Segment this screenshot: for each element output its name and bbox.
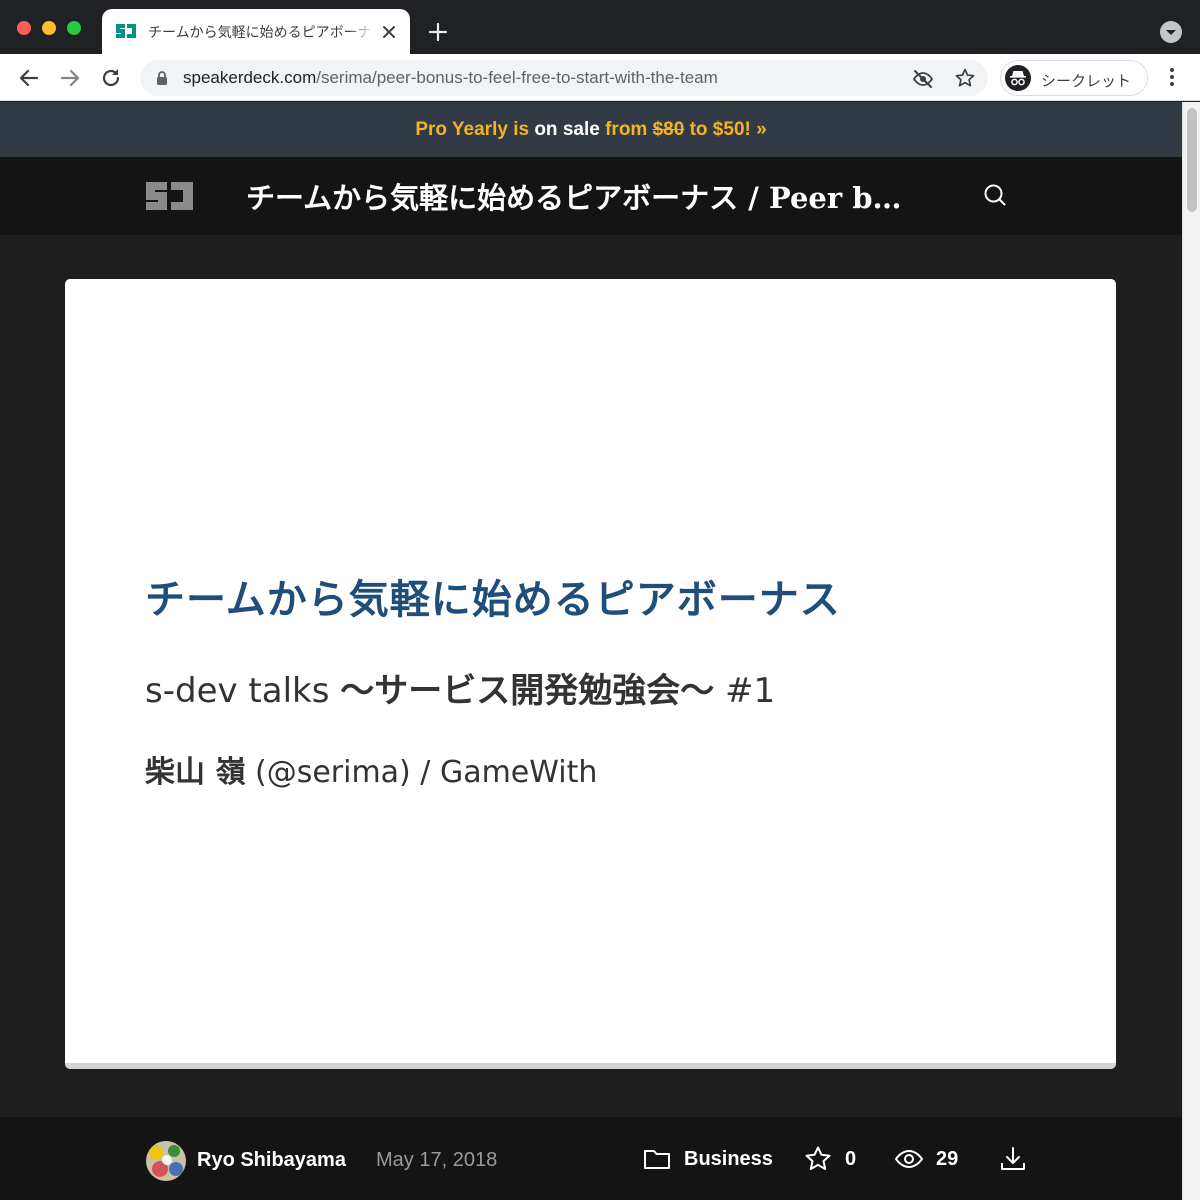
author-name-link[interactable]: Ryo Shibayama bbox=[197, 1149, 346, 1172]
promo-text-2: on sale bbox=[534, 119, 600, 140]
window-zoom-button[interactable] bbox=[67, 21, 81, 35]
url-path: /serima/peer-bonus-to-feel-free-to-start… bbox=[316, 68, 718, 87]
slide-viewer: チームから気軽に始めるピアボーナス s-dev talks 〜サービス開発勉強会… bbox=[0, 235, 1182, 1117]
category-label: Business bbox=[684, 1147, 773, 1170]
promo-old-price: $80 bbox=[652, 119, 685, 140]
eye-off-icon[interactable] bbox=[912, 68, 934, 90]
download-button[interactable] bbox=[998, 1143, 1028, 1175]
slide-subtitle-prefix: s-dev talks bbox=[145, 671, 341, 711]
bookmark-star-icon[interactable] bbox=[954, 67, 976, 89]
deck-info-bar: Ryo Shibayama May 17, 2018 Business 0 29 bbox=[0, 1117, 1182, 1200]
more-vertical-icon[interactable] bbox=[1160, 65, 1184, 89]
slide-author-handle: (@serima) / GameWith bbox=[245, 755, 598, 790]
browser-tab-active[interactable]: チームから気軽に始めるピアボーナス / Peer bonus to feel f… bbox=[102, 9, 410, 54]
slide-subtitle-bold: 〜サービス開発勉強会〜 bbox=[340, 671, 715, 711]
promo-text-3: from bbox=[605, 119, 648, 140]
url-domain: speakerdeck.com bbox=[183, 68, 317, 87]
address-bar[interactable]: speakerdeck.com/serima/peer-bonus-to-fee… bbox=[140, 60, 988, 96]
slide-title: チームから気軽に始めるピアボーナス bbox=[145, 577, 841, 623]
page-viewport: Pro Yearly is on sale from $80 to $50! »… bbox=[0, 102, 1182, 1200]
eye-icon bbox=[894, 1149, 924, 1169]
view-count: 29 bbox=[936, 1147, 959, 1170]
scrollbar-thumb[interactable] bbox=[1187, 108, 1197, 212]
browser-toolbar: speakerdeck.com/serima/peer-bonus-to-fee… bbox=[0, 54, 1200, 101]
star-button[interactable]: 0 bbox=[803, 1143, 856, 1175]
tab-title: チームから気軽に始めるピアボーナス / Peer bonus to feel f… bbox=[148, 25, 374, 41]
star-icon bbox=[805, 1146, 831, 1170]
page-title: チームから気軽に始めるピアボーナス / Peer bonus to feel f… bbox=[246, 181, 916, 215]
new-tab-plus-icon[interactable] bbox=[424, 18, 452, 46]
search-icon[interactable] bbox=[982, 182, 1008, 208]
incognito-profile-button[interactable]: シークレット bbox=[1000, 60, 1148, 96]
site-header: チームから気軽に始めるピアボーナス / Peer bonus to feel f… bbox=[0, 157, 1182, 235]
slide-subtitle: s-dev talks 〜サービス開発勉強会〜 #1 bbox=[145, 663, 775, 712]
slide-canvas[interactable]: チームから気軽に始めるピアボーナス s-dev talks 〜サービス開発勉強会… bbox=[65, 279, 1116, 1069]
star-count: 0 bbox=[845, 1147, 857, 1170]
promo-text-1: Pro Yearly is bbox=[415, 119, 530, 140]
slide-author: 柴山 嶺 (@serima) / GameWith bbox=[145, 747, 597, 791]
promo-banner[interactable]: Pro Yearly is on sale from $80 to $50! » bbox=[0, 102, 1182, 157]
window-minimize-button[interactable] bbox=[42, 21, 56, 35]
url-text[interactable]: speakerdeck.com/serima/peer-bonus-to-fee… bbox=[183, 68, 718, 88]
chevron-down-icon bbox=[1166, 30, 1176, 35]
speakerdeck-logo-icon[interactable] bbox=[145, 180, 195, 212]
promo-text-4: to $50! » bbox=[689, 119, 767, 140]
incognito-icon bbox=[1005, 65, 1031, 91]
views-stat: 29 bbox=[894, 1143, 958, 1175]
lock-icon[interactable] bbox=[154, 70, 170, 86]
window-close-button[interactable] bbox=[17, 21, 31, 35]
page-scrollbar[interactable] bbox=[1182, 102, 1200, 1200]
tab-close-icon[interactable] bbox=[378, 21, 400, 43]
profile-label: シークレット bbox=[1041, 72, 1132, 90]
download-icon bbox=[1001, 1147, 1025, 1170]
folder-icon bbox=[644, 1150, 670, 1169]
published-date: May 17, 2018 bbox=[376, 1149, 498, 1171]
forward-arrow-icon[interactable] bbox=[55, 63, 85, 93]
slide-subtitle-suffix: #1 bbox=[714, 671, 776, 711]
category-link[interactable]: Business bbox=[642, 1143, 773, 1175]
slide-author-name: 柴山 嶺 bbox=[145, 755, 246, 790]
tab-search-button[interactable] bbox=[1160, 21, 1182, 43]
browser-tab-bar: チームから気軽に始めるピアボーナス / Peer bonus to feel f… bbox=[0, 0, 1200, 54]
reload-icon[interactable] bbox=[96, 63, 126, 93]
speakerdeck-favicon-icon bbox=[116, 24, 136, 38]
back-arrow-icon[interactable] bbox=[14, 63, 44, 93]
avatar[interactable] bbox=[146, 1141, 186, 1181]
